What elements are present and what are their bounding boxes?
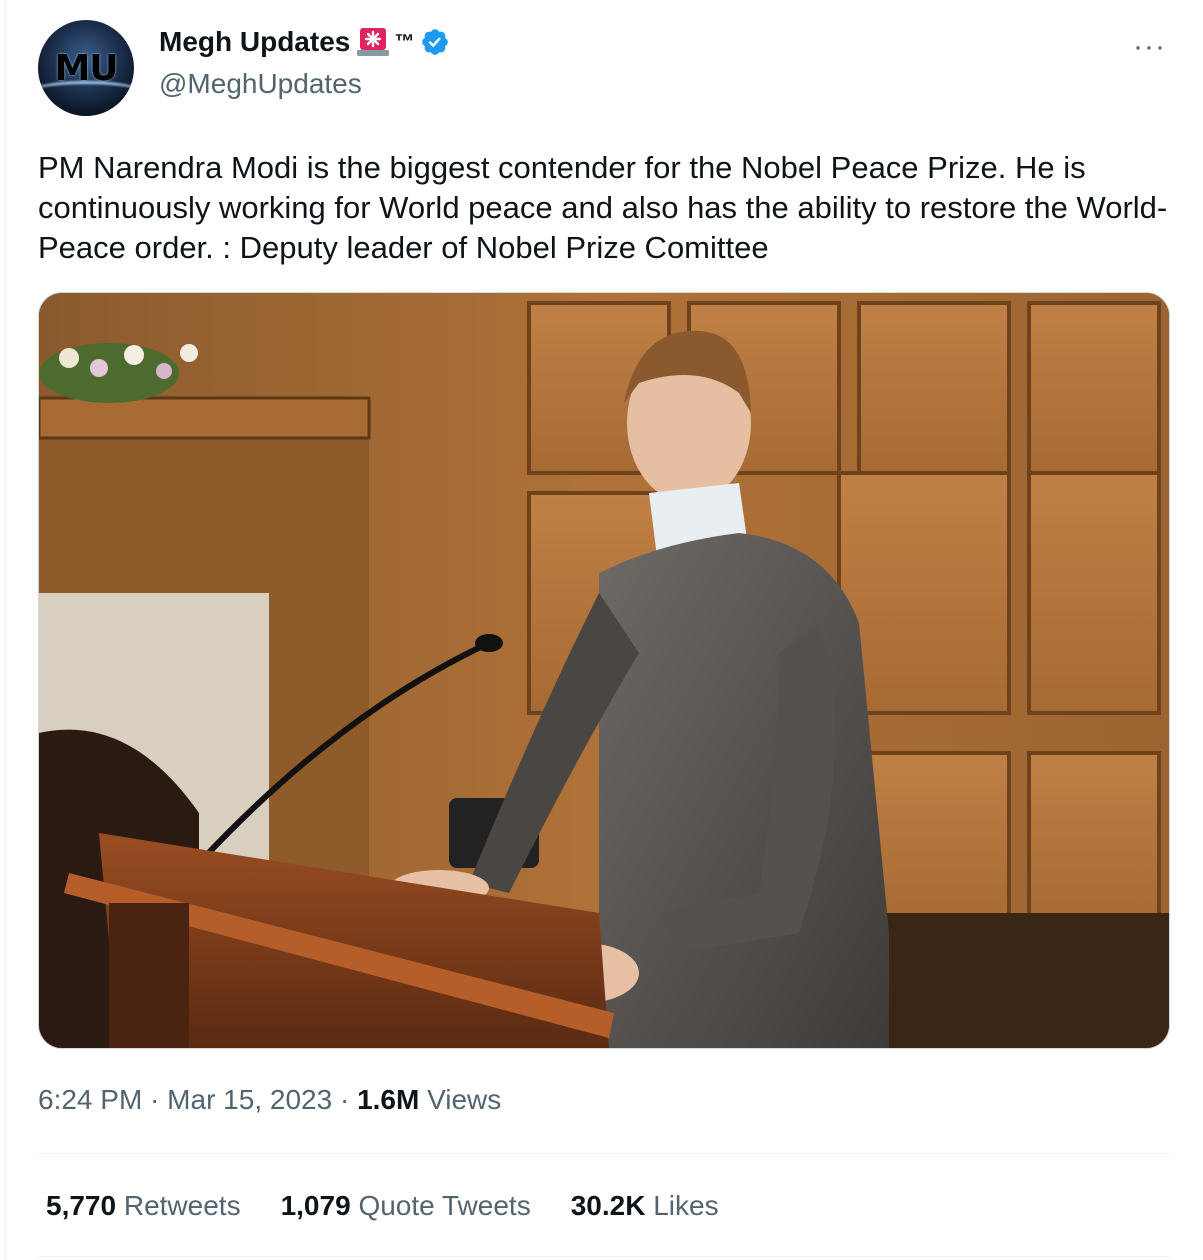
tweet-metadata: 6:24 PM · Mar 15, 2023 · 1.6M Views <box>38 1084 501 1116</box>
verified-badge-icon[interactable] <box>420 27 450 57</box>
tweet-header: MU Megh Updates ™ @MeghUpdates ··· <box>38 20 1168 120</box>
timeline-border <box>5 0 6 1260</box>
views-count: 1.6M <box>357 1084 420 1115</box>
tweet-date[interactable]: Mar 15, 2023 <box>167 1084 332 1115</box>
views-label: Views <box>427 1084 502 1115</box>
likes-label: Likes <box>653 1190 719 1221</box>
tweet-time[interactable]: 6:24 PM <box>38 1084 142 1115</box>
divider <box>38 1153 1170 1154</box>
more-options-icon[interactable]: ··· <box>1133 30 1166 64</box>
display-name[interactable]: Megh Updates <box>159 26 350 58</box>
trademark-symbol: ™ <box>394 30 415 53</box>
quote-tweets-label: Quote Tweets <box>358 1190 531 1221</box>
tweet-photo[interactable] <box>38 292 1170 1049</box>
avatar-monogram: MU <box>54 48 118 89</box>
meta-separator: · <box>142 1084 168 1115</box>
likes-count: 30.2K <box>570 1190 646 1221</box>
divider <box>38 1256 1170 1257</box>
likes-stat[interactable]: 30.2K Likes <box>571 1190 719 1222</box>
retweets-label: Retweets <box>123 1190 241 1221</box>
engagement-stats: 5,770 Retweets 1,079 Quote Tweets 30.2K … <box>46 1190 719 1222</box>
speaker-at-lectern-photo <box>39 293 1169 1048</box>
retweets-stat[interactable]: 5,770 Retweets <box>46 1190 241 1222</box>
tweet-text: PM Narendra Modi is the biggest contende… <box>38 150 1168 265</box>
author-handle[interactable]: @MeghUpdates <box>159 68 362 100</box>
quote-tweets-stat[interactable]: 1,079 Quote Tweets <box>281 1190 531 1222</box>
retweets-count: 5,770 <box>46 1190 117 1221</box>
avatar[interactable]: MU <box>38 20 134 116</box>
rotating-light-icon <box>357 28 390 56</box>
meta-separator: · <box>332 1084 358 1115</box>
author-name-row[interactable]: Megh Updates ™ <box>159 26 450 58</box>
quote-tweets-count: 1,079 <box>280 1190 351 1221</box>
